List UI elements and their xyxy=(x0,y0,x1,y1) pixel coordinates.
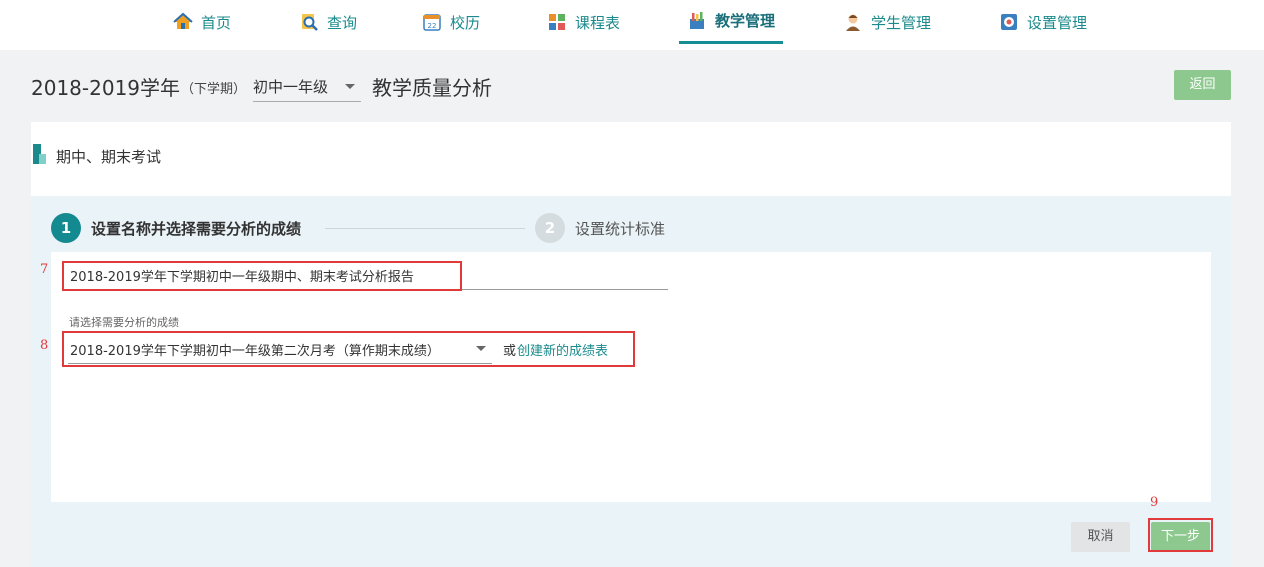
annotation-marker-7: 7 xyxy=(40,262,49,277)
step-2-number: 2 xyxy=(535,213,565,243)
nav-search-label: 查询 xyxy=(327,13,358,32)
next-step-button[interactable]: 下一步 xyxy=(1151,522,1210,552)
step-1-label: 设置名称并选择需要分析的成绩 xyxy=(91,220,302,238)
nav-home-label: 首页 xyxy=(201,13,232,32)
nav-student[interactable]: 学生管理 xyxy=(843,0,931,44)
nav-student-label: 学生管理 xyxy=(871,13,932,32)
section-marker-accent xyxy=(39,154,46,164)
nav-home[interactable]: 首页 xyxy=(173,0,231,44)
nav-settings[interactable]: 设置管理 xyxy=(999,0,1087,44)
score-select-label: 请选择需要分析的成绩 xyxy=(69,316,179,329)
stepper: 1 设置名称并选择需要分析的成绩 2 设置统计标准 xyxy=(31,196,1231,252)
svg-text:22: 22 xyxy=(428,22,437,30)
chevron-down-icon xyxy=(476,346,486,351)
step-1-number: 1 xyxy=(51,213,81,243)
timetable-icon xyxy=(547,12,567,32)
nav-teaching-label: 教学管理 xyxy=(715,12,776,30)
create-score-table-link[interactable]: 创建新的成绩表 xyxy=(517,340,608,359)
page-title: 教学质量分析 xyxy=(372,76,492,100)
academic-year: 2018-2019学年 xyxy=(31,76,181,100)
analysis-card: 期中、期末考试 1 设置名称并选择需要分析的成绩 2 设置统计标准 请选择需要分… xyxy=(31,122,1231,567)
card-header: 期中、期末考试 xyxy=(31,122,1231,196)
score-select[interactable]: 2018-2019学年下学期初中一年级第二次月考（算作期末成绩） xyxy=(68,336,492,364)
teaching-icon xyxy=(687,11,707,31)
score-select-value: 2018-2019学年下学期初中一年级第二次月考（算作期末成绩） xyxy=(70,344,440,359)
nav-timetable-label: 课程表 xyxy=(575,13,621,32)
nav-teaching[interactable]: 教学管理 xyxy=(679,0,783,44)
annotation-marker-9: 9 xyxy=(1150,495,1159,510)
nav-settings-label: 设置管理 xyxy=(1027,13,1088,32)
calendar-icon: 22 xyxy=(422,12,442,32)
term-label: （下学期） xyxy=(181,82,247,97)
or-text: 或 xyxy=(503,344,517,359)
home-icon xyxy=(173,12,193,32)
page-header: 2018-2019学年 （下学期） 初中一年级 教学质量分析 返回 xyxy=(0,50,1264,122)
nav-calendar-label: 校历 xyxy=(450,13,481,32)
back-button[interactable]: 返回 xyxy=(1174,70,1231,100)
student-icon xyxy=(843,12,863,32)
top-navigation: 首页 查询 22 校历 课程表 教学管理 学生管理 设置管理 xyxy=(0,0,1264,50)
nav-search[interactable]: 查询 xyxy=(299,0,357,44)
grade-select-value: 初中一年级 xyxy=(253,78,329,96)
step-2-label: 设置统计标准 xyxy=(575,220,666,238)
nav-timetable[interactable]: 课程表 xyxy=(547,0,620,44)
annotation-marker-8: 8 xyxy=(40,338,49,353)
search-icon xyxy=(299,12,319,32)
settings-icon xyxy=(999,12,1019,32)
chevron-down-icon xyxy=(345,84,355,89)
report-name-input[interactable] xyxy=(68,262,668,290)
cancel-button[interactable]: 取消 xyxy=(1071,522,1130,552)
step-connector xyxy=(325,228,525,229)
grade-select[interactable]: 初中一年级 xyxy=(253,72,361,102)
nav-calendar[interactable]: 22 校历 xyxy=(422,0,480,44)
form-area: 请选择需要分析的成绩 2018-2019学年下学期初中一年级第二次月考（算作期末… xyxy=(51,252,1211,502)
card-title: 期中、期末考试 xyxy=(56,148,162,166)
